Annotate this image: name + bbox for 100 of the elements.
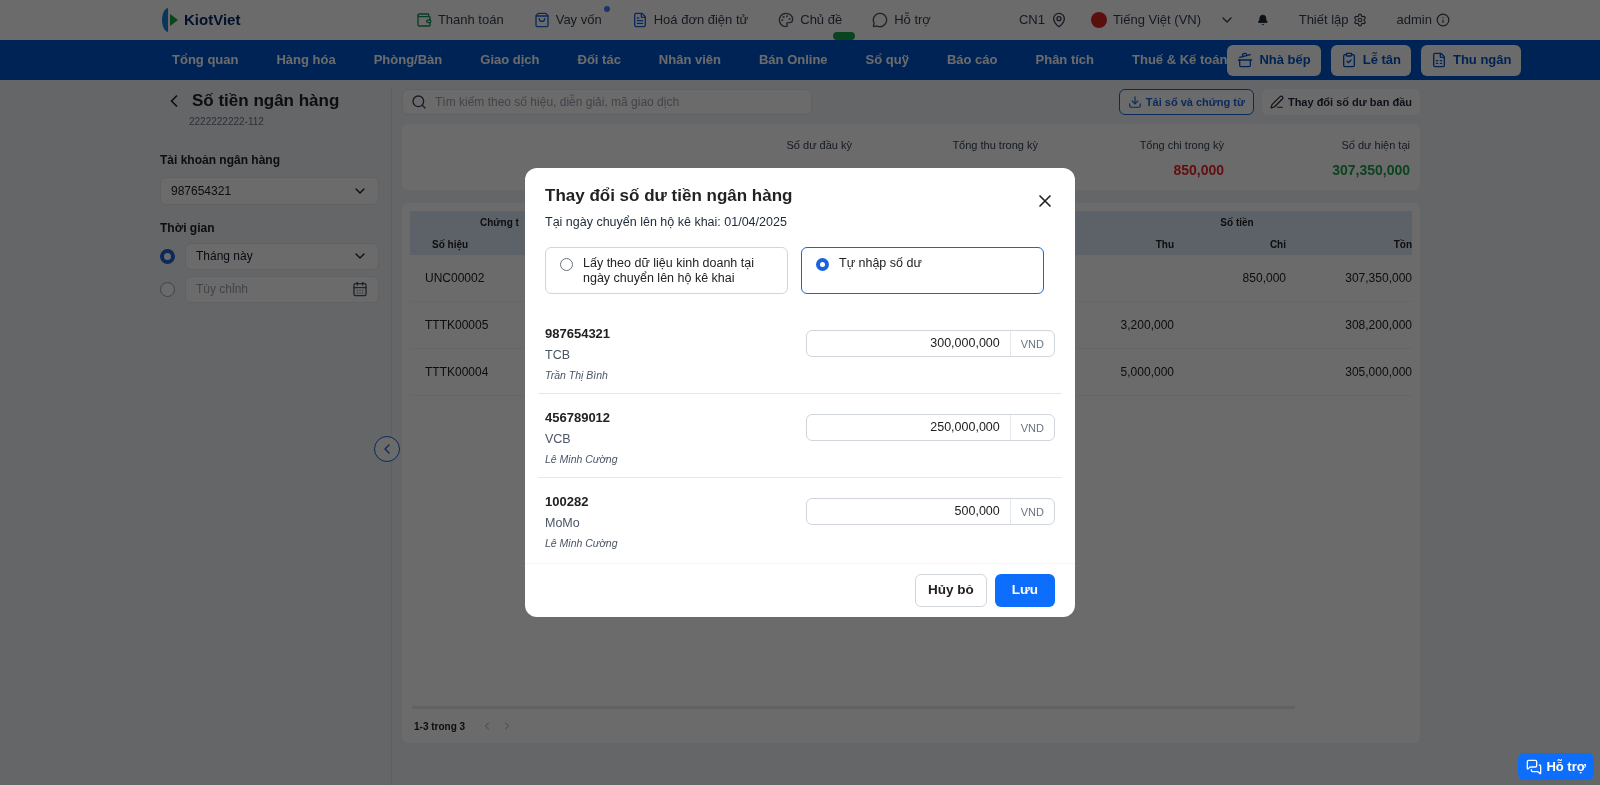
info-icon bbox=[1436, 13, 1450, 27]
field-label: Thời gian bbox=[160, 219, 216, 237]
balance-input[interactable]: 300,000,000 VND bbox=[806, 330, 1055, 358]
flag-icon bbox=[1090, 12, 1107, 28]
chat-icon bbox=[1526, 758, 1543, 775]
stat-value: 307,350,000 bbox=[1332, 160, 1410, 180]
bell-icon[interactable] bbox=[1257, 12, 1269, 28]
settings-icon bbox=[1352, 13, 1367, 27]
account-number: 100282 bbox=[545, 494, 590, 511]
logo-text: KiotViet bbox=[184, 9, 241, 30]
search-icon bbox=[411, 94, 427, 110]
currency-unit: VND bbox=[1009, 415, 1054, 441]
stat-label: Tổng thu trong kỳ bbox=[952, 138, 1038, 153]
table-cell-text: TTTK00004 bbox=[424, 364, 490, 381]
save-button[interactable]: Lưu bbox=[994, 574, 1055, 607]
top-link[interactable]: Hỗ trợ bbox=[872, 6, 939, 40]
pin-icon bbox=[1050, 12, 1067, 28]
document-icon bbox=[1431, 52, 1447, 68]
radio-button[interactable] bbox=[816, 258, 829, 272]
option-label: Lấy theo dữ liệu kinh doanh tại ngày chuyển lên hộ kê khai bbox=[583, 256, 755, 287]
stat-label: Tổng chi trong kỳ bbox=[1139, 138, 1224, 153]
column-header: Tồn bbox=[1392, 237, 1412, 252]
account-select[interactable]: 987654321 bbox=[160, 176, 379, 205]
option-card[interactable]: Lấy theo dữ liệu kinh doanh tại ngày chuyển lên hộ kê khai bbox=[545, 247, 788, 295]
table-cell-text: 307,350,000 bbox=[1344, 270, 1412, 287]
column-header: Số hiệu bbox=[431, 237, 470, 252]
nav-item[interactable]: Thuế & Kế toán bbox=[1132, 50, 1228, 70]
action-button[interactable]: Tải sổ và chứng từ bbox=[1118, 89, 1254, 115]
account-holder: Lê Minh Cường bbox=[545, 452, 619, 467]
chat-icon bbox=[872, 12, 889, 28]
action-button[interactable]: Thay đổi số dư ban đầu bbox=[1261, 89, 1420, 115]
stat-label: Số dư hiện tại bbox=[1341, 138, 1410, 153]
settings-link[interactable]: Thiết lập bbox=[1298, 10, 1349, 30]
bag-icon bbox=[533, 12, 550, 28]
pen-icon bbox=[1269, 95, 1284, 109]
user-name[interactable]: admin bbox=[1396, 10, 1432, 30]
cancel-button[interactable]: Hủy bỏ bbox=[914, 574, 987, 607]
page-title: Số tiền ngân hàng bbox=[192, 90, 340, 112]
collapse-icon[interactable] bbox=[374, 436, 400, 462]
balance-input[interactable]: 250,000,000 VND bbox=[806, 414, 1055, 442]
clipboard-icon bbox=[1340, 52, 1357, 68]
bank-name: TCB bbox=[545, 347, 571, 365]
table-cell-text: 850,000 bbox=[1241, 270, 1286, 287]
dialog-subtitle: Tại ngày chuyển lên hộ kê khai: 01/04/2025 bbox=[545, 213, 788, 231]
account-number: 987654321 bbox=[545, 326, 612, 343]
pot-icon bbox=[1237, 52, 1254, 68]
nav-item[interactable]: Báo cáo bbox=[946, 50, 998, 70]
column-group-header: Số tiền bbox=[1219, 215, 1255, 230]
column-header: Thu bbox=[1154, 237, 1174, 252]
nav-item[interactable]: Sổ quỹ bbox=[865, 50, 909, 70]
stat-label: Số dư đầu kỳ bbox=[786, 138, 852, 153]
option-card[interactable]: Tự nhập số dư bbox=[801, 247, 1044, 295]
bank-name: VCB bbox=[545, 431, 572, 449]
table-cell-text: 305,000,000 bbox=[1344, 364, 1412, 381]
document-icon bbox=[631, 12, 648, 28]
table-cell-text: 5,000,000 bbox=[1119, 364, 1174, 381]
bank-name: MoMo bbox=[545, 515, 581, 533]
field-label: Tài khoản ngân hàng bbox=[160, 151, 281, 169]
table-cell-text: 308,200,000 bbox=[1344, 317, 1412, 334]
column-header: Chi bbox=[1268, 237, 1286, 252]
account-holder: Trần Thị Bình bbox=[545, 368, 609, 383]
balance-input[interactable]: 500,000 VND bbox=[806, 498, 1055, 526]
nav-item[interactable]: Hàng hóa bbox=[276, 50, 336, 70]
radio-button[interactable] bbox=[160, 248, 175, 264]
top-link[interactable]: Vay vốn bbox=[533, 6, 610, 40]
column-group-header: Chứng t bbox=[480, 215, 519, 230]
nav-item[interactable]: Bán Online bbox=[759, 50, 828, 70]
dialog-title: Thay đổi số dư tiền ngân hàng bbox=[545, 185, 793, 207]
option-label: Tự nhập số dư bbox=[839, 256, 922, 272]
branch-name[interactable]: CN1 bbox=[1018, 10, 1045, 30]
stat-value: 850,000 bbox=[1173, 160, 1224, 180]
account-number: 456789012 bbox=[545, 410, 612, 427]
nav-button[interactable]: Thu ngân bbox=[1421, 44, 1522, 76]
table-cell-text: UNC00002 bbox=[424, 270, 486, 287]
new-badge bbox=[833, 31, 856, 40]
currency-unit: VND bbox=[1009, 331, 1054, 357]
currency-unit: VND bbox=[1009, 499, 1054, 525]
nav-item[interactable]: Phòng/Bàn bbox=[373, 50, 443, 70]
radio-button[interactable] bbox=[160, 281, 175, 297]
nav-button[interactable]: Nhà bếp bbox=[1227, 44, 1321, 76]
wallet-icon bbox=[415, 12, 432, 28]
nav-item[interactable]: Tổng quan bbox=[172, 50, 239, 70]
table-cell-text: 3,200,000 bbox=[1119, 317, 1174, 334]
pagination-text: 1-3 trong 3 bbox=[414, 719, 466, 734]
help-button[interactable]: Hỗ trợ bbox=[1518, 753, 1594, 780]
nav-item[interactable]: Đối tác bbox=[577, 50, 621, 70]
top-link[interactable]: Chủ đề bbox=[778, 6, 851, 40]
nav-item[interactable]: Phân tích bbox=[1035, 50, 1095, 70]
top-link[interactable]: Thanh toán bbox=[415, 6, 512, 40]
top-link[interactable]: Hoá đơn điện tử bbox=[631, 6, 757, 40]
page-subtitle: 2222222222-112 bbox=[189, 114, 265, 129]
calendar-icon bbox=[352, 281, 368, 297]
language-select[interactable]: Tiếng Việt (VN) bbox=[1112, 10, 1202, 30]
nav-button[interactable]: Lễ tân bbox=[1330, 44, 1411, 76]
period-select[interactable]: Tháng này bbox=[185, 242, 379, 270]
nav-item[interactable]: Nhân viên bbox=[658, 50, 721, 70]
table-cell-text: TTTK00005 bbox=[424, 317, 490, 334]
nav-item[interactable]: Giao dịch bbox=[480, 50, 540, 70]
palette-icon bbox=[778, 12, 795, 28]
account-holder: Lê Minh Cường bbox=[545, 536, 619, 551]
